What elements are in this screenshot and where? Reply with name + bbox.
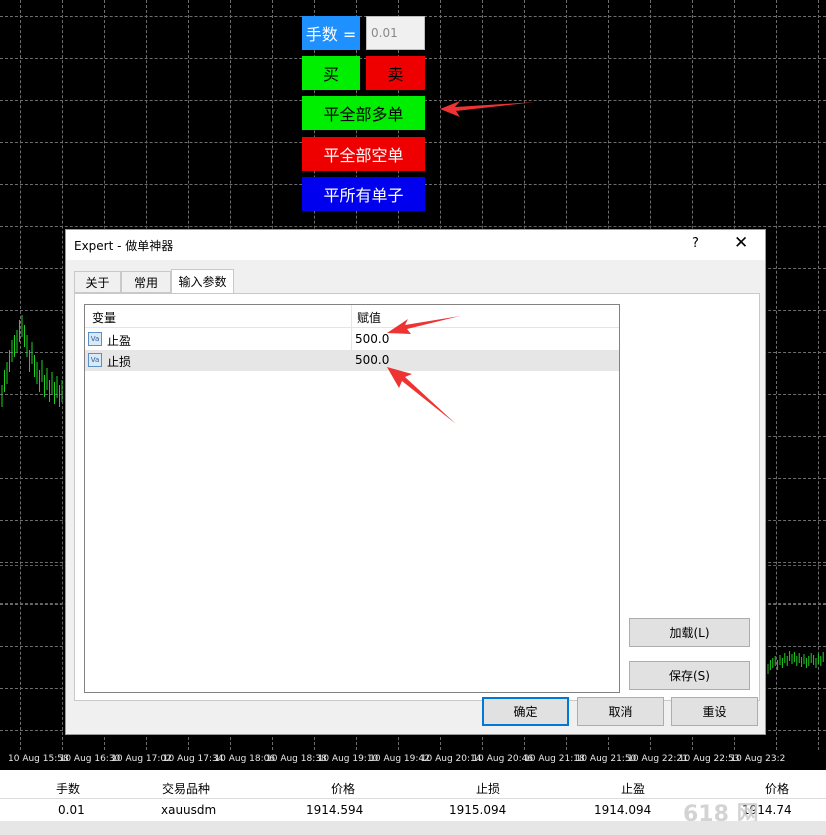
time-axis-tick: 10 Aug 23:2: [730, 754, 786, 764]
close-all-long-button[interactable]: 平全部多单: [302, 96, 425, 130]
buy-button[interactable]: 买: [302, 56, 360, 90]
header-take-profit: 止盈: [621, 782, 646, 796]
sell-button[interactable]: 卖: [366, 56, 425, 90]
close-all-short-button[interactable]: 平全部空单: [302, 137, 425, 171]
horizontal-scrollbar[interactable]: [0, 821, 826, 835]
column-divider: [351, 305, 352, 371]
expert-properties-dialog: Expert - 做单神器 ? ✕ 关于 常用 输入参数 变量 赋值 Va 止盈…: [65, 229, 766, 735]
dialog-titlebar: Expert - 做单神器 ? ✕: [66, 230, 765, 260]
load-button[interactable]: 加载(L): [629, 618, 750, 647]
cell-take-profit: 1914.094: [594, 803, 652, 817]
tab-inputs[interactable]: 输入参数: [171, 269, 234, 293]
column-variable-header: 变量: [92, 311, 117, 325]
grid-header: 变量 赋值: [85, 305, 619, 328]
reset-button[interactable]: 重设: [671, 697, 758, 726]
tab-label: 常用: [133, 275, 158, 290]
tab-about[interactable]: 关于: [74, 271, 121, 293]
tab-label: 关于: [85, 275, 110, 290]
lots-input[interactable]: 0.01: [366, 16, 425, 50]
close-icon[interactable]: ✕: [734, 233, 748, 253]
header-current-price: 价格: [765, 782, 790, 796]
input-value-field[interactable]: 500.0: [355, 353, 389, 367]
header-stop-loss: 止损: [476, 782, 501, 796]
lots-label: 手数 =: [302, 16, 360, 50]
cell-symbol: xauusdm: [161, 803, 217, 817]
cell-stop-loss: 1915.094: [449, 803, 507, 817]
help-icon[interactable]: ?: [692, 236, 699, 251]
tab-common[interactable]: 常用: [121, 271, 171, 293]
inputs-grid[interactable]: 变量 赋值 Va 止盈 500.0 Va 止损 500.0: [84, 304, 620, 693]
close-all-orders-button[interactable]: 平所有单子: [302, 177, 425, 211]
variable-icon: Va: [88, 353, 102, 367]
cancel-button[interactable]: 取消: [577, 697, 664, 726]
input-row-take-profit[interactable]: Va 止盈 500.0: [85, 329, 619, 350]
ok-button[interactable]: 确定: [482, 697, 569, 726]
variable-icon: Va: [88, 332, 102, 346]
input-value-field[interactable]: 500.0: [355, 332, 389, 346]
header-symbol: 交易品种: [162, 782, 211, 796]
lots-input-value: 0.01: [371, 26, 398, 40]
input-row-stop-loss[interactable]: Va 止损 500.0: [85, 350, 619, 371]
save-button[interactable]: 保存(S): [629, 661, 750, 690]
header-lots: 手数: [56, 782, 81, 796]
column-value-header: 赋值: [357, 311, 382, 325]
header-price: 价格: [331, 782, 356, 796]
input-variable-name: 止盈: [107, 334, 132, 348]
input-variable-name: 止损: [107, 355, 132, 369]
time-axis: 10 Aug 15:58 10 Aug 16:30 10 Aug 17:02 10 A…: [0, 750, 826, 770]
cell-lots: 0.01: [58, 803, 85, 817]
cell-price: 1914.594: [306, 803, 364, 817]
positions-table: 手数 交易品种 价格 止损 止盈 价格 0.01 xauusdm 1914.59…: [0, 770, 826, 835]
dialog-title: Expert - 做单神器: [74, 239, 174, 253]
tab-label: 输入参数: [178, 275, 227, 289]
